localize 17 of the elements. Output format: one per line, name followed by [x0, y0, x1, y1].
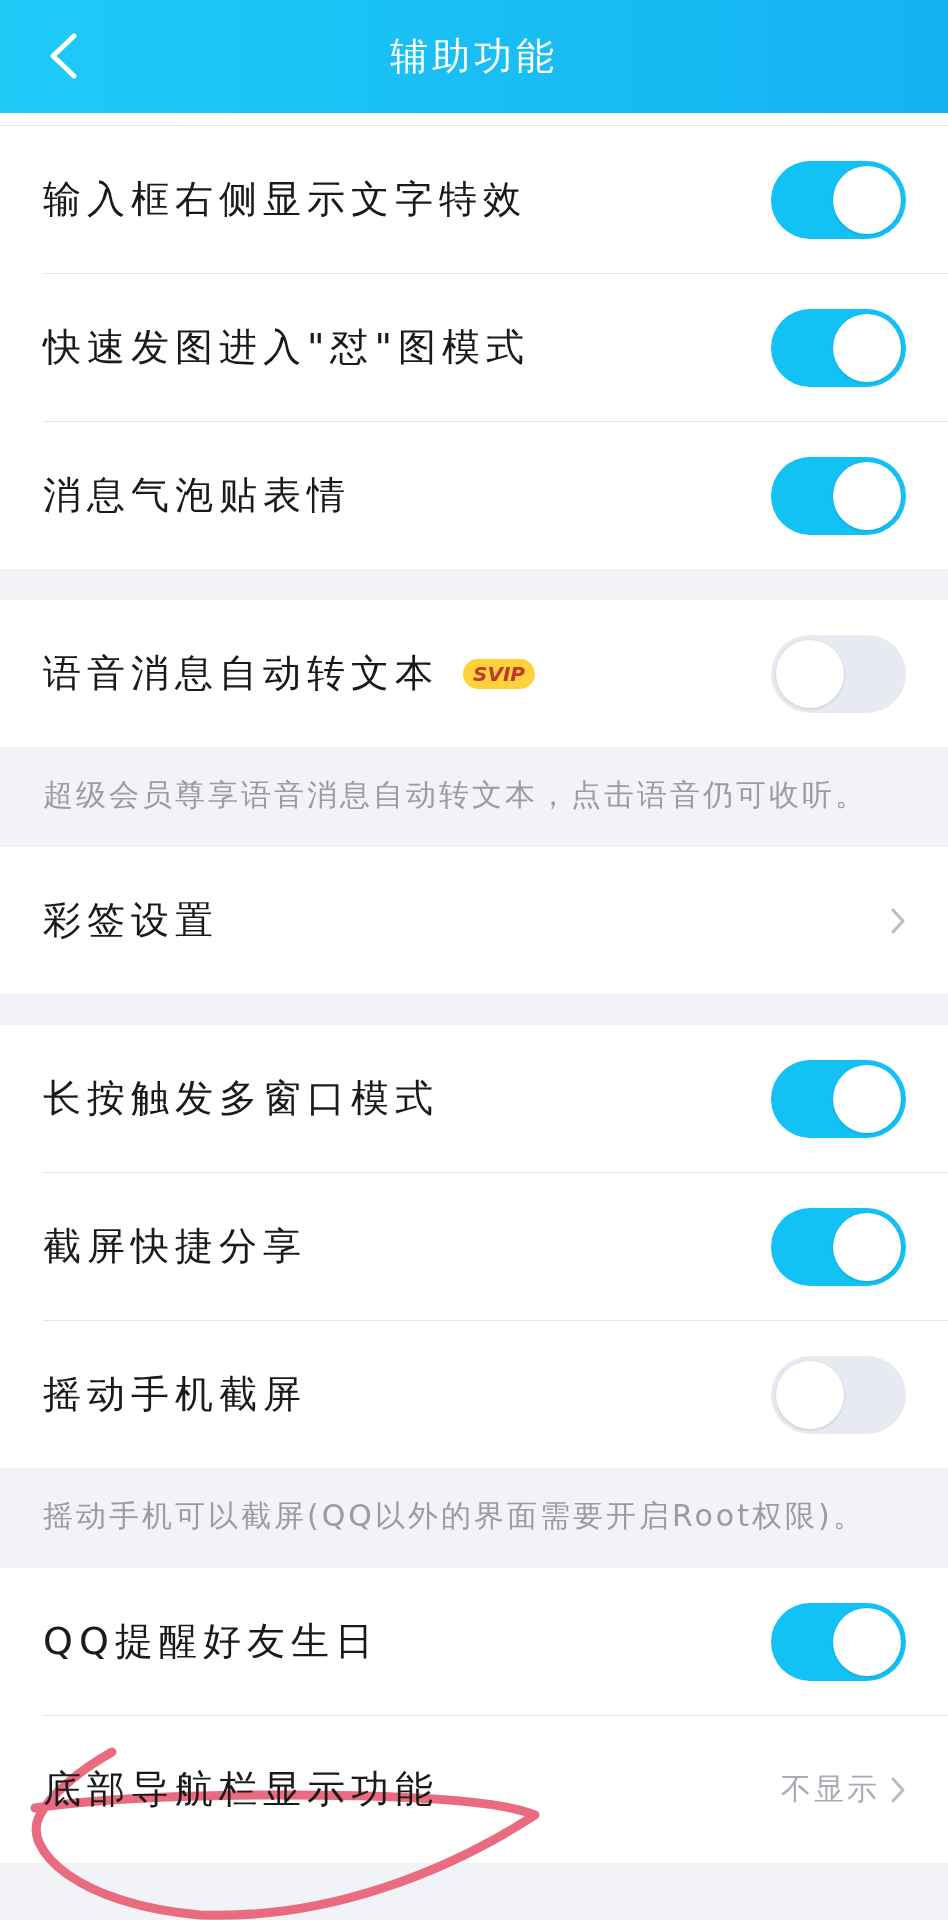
chevron-right-icon[interactable]: [890, 1775, 906, 1804]
back-icon[interactable]: [48, 33, 78, 79]
svip-badge: SVIP: [463, 658, 535, 689]
setting-label: 截屏快捷分享: [43, 1223, 307, 1270]
setting-label: 输入框右侧显示文字特效: [43, 176, 527, 223]
setting-label: 长按触发多窗口模式: [43, 1075, 439, 1122]
setting-label: 语音消息自动转文本: [43, 650, 439, 697]
setting-label: 消息气泡贴表情: [43, 472, 351, 519]
setting-label: 摇动手机截屏: [43, 1371, 307, 1418]
chevron-right-icon[interactable]: [890, 906, 906, 935]
setting-label: QQ提醒好友生日: [43, 1618, 379, 1665]
setting-value: 不显示: [781, 1770, 880, 1808]
page-title: 辅助功能: [390, 33, 558, 80]
setting-label: 彩签设置: [43, 897, 219, 944]
note-text: 超级会员尊享语音消息自动转文本，点击语音仍可收听。: [43, 777, 868, 812]
setting-label: 快速发图进入"怼"图模式: [43, 324, 530, 371]
note-text: 摇动手机可以截屏(QQ以外的界面需要开启Root权限)。: [43, 1498, 866, 1533]
